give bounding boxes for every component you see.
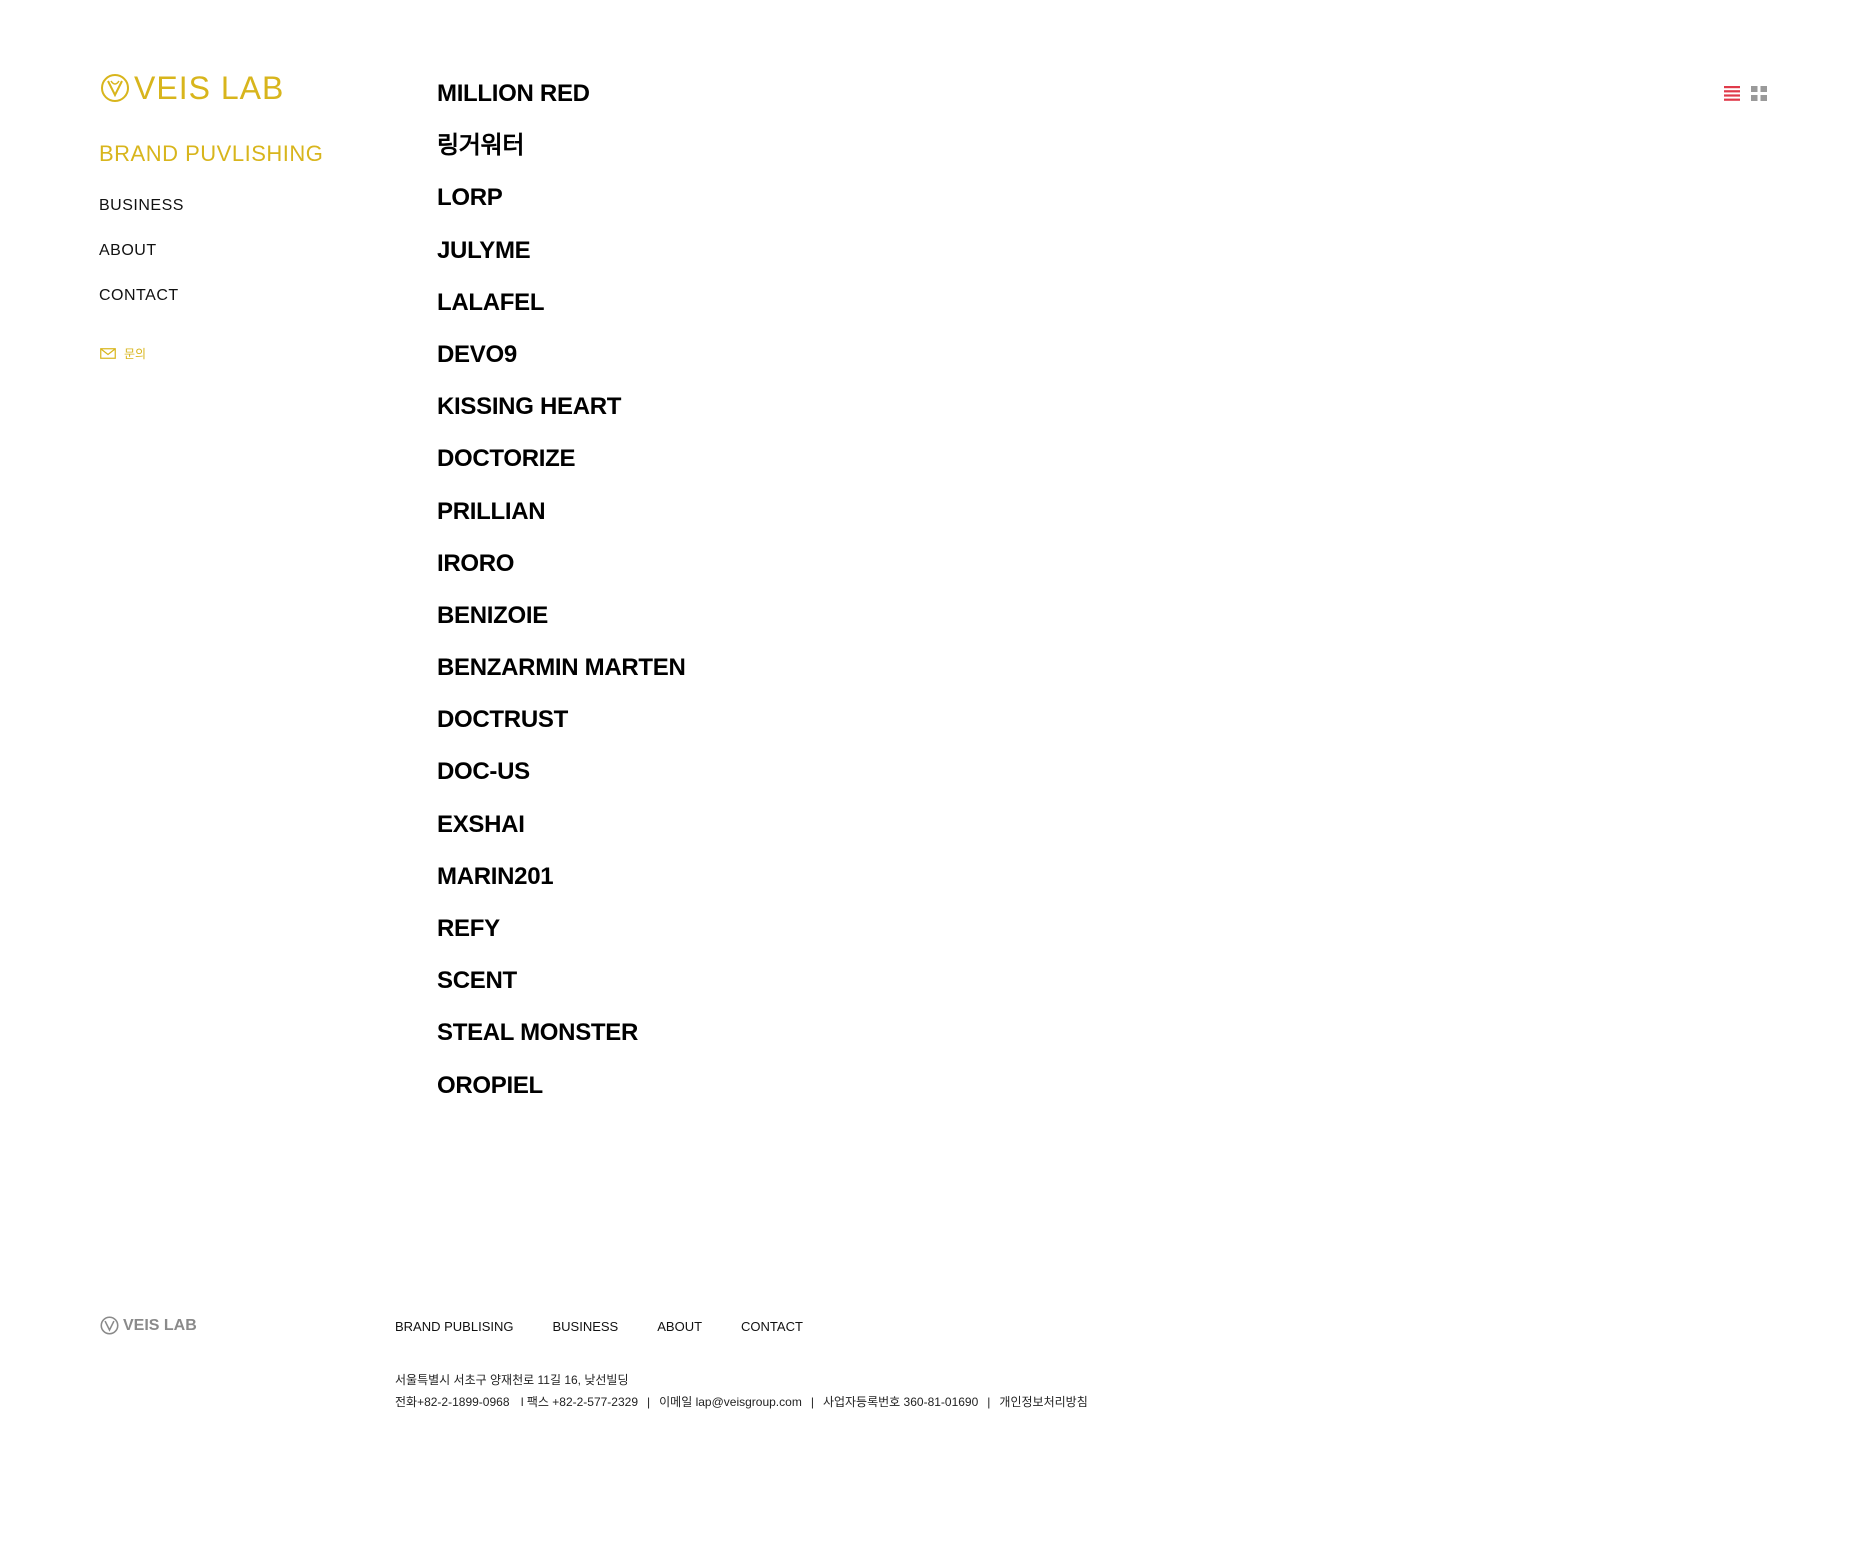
footer-business-number: 사업자등록번호 360-81-01690 bbox=[822, 1395, 979, 1409]
brand-item[interactable]: MILLION RED bbox=[437, 80, 686, 133]
footer-nav-brand-publising[interactable]: BRAND PUBLISING bbox=[395, 1320, 513, 1334]
sidebar-item-about[interactable]: ABOUT bbox=[99, 242, 184, 287]
brand-item[interactable]: SCENT bbox=[437, 968, 686, 1020]
footer-logo-text: VEIS LAB bbox=[123, 1316, 197, 1334]
footer-nav-contact[interactable]: CONTACT bbox=[741, 1320, 803, 1334]
footer-nav-business[interactable]: BUSINESS bbox=[552, 1320, 618, 1334]
brand-list: MILLION RED 링거워터 LORP JULYME LALAFEL DEV… bbox=[437, 80, 686, 1125]
footer-fax: l 팩스 +82-2-577-2329 bbox=[520, 1395, 638, 1409]
brand-item[interactable]: DOCTORIZE bbox=[437, 446, 686, 498]
footer-logo[interactable]: VEIS LAB bbox=[100, 1316, 197, 1335]
sidebar-item-business[interactable]: BUSINESS bbox=[99, 197, 184, 242]
brand-item[interactable]: KISSING HEART bbox=[437, 394, 686, 446]
brand-item[interactable]: MARIN201 bbox=[437, 863, 686, 916]
brand-item[interactable]: OROPIEL bbox=[437, 1072, 686, 1125]
brand-item[interactable]: EXSHAI bbox=[437, 811, 686, 864]
brand-item[interactable]: PRILLIAN bbox=[437, 498, 686, 551]
brand-item[interactable]: BENIZOIE bbox=[437, 602, 686, 655]
footer-phone: 전화+82-2-1899-0968 bbox=[395, 1395, 510, 1409]
divider: | bbox=[647, 1395, 651, 1409]
inquiry-label: 문의 bbox=[124, 347, 147, 361]
footer-contact-info: 전화+82-2-1899-0968 l 팩스 +82-2-577-2329 | 이메… bbox=[395, 1395, 1088, 1409]
divider: | bbox=[810, 1395, 814, 1409]
footer-nav: BRAND PUBLISING BUSINESS ABOUT CONTACT bbox=[395, 1320, 842, 1334]
brand-item[interactable]: BENZARMIN MARTEN bbox=[437, 655, 686, 707]
sidebar-nav: BUSINESS ABOUT CONTACT bbox=[99, 197, 184, 332]
brand-item[interactable]: DOCTRUST bbox=[437, 707, 686, 759]
inquiry-link[interactable]: 문의 bbox=[100, 345, 146, 362]
divider: | bbox=[987, 1395, 991, 1409]
brand-item[interactable]: 링거워터 bbox=[437, 133, 686, 185]
list-view-icon[interactable] bbox=[1724, 86, 1740, 101]
brand-item[interactable]: DOC-US bbox=[437, 759, 686, 811]
mail-icon bbox=[100, 348, 116, 359]
logo-mark-icon bbox=[101, 74, 129, 102]
brand-item[interactable]: JULYME bbox=[437, 237, 686, 290]
brand-item[interactable]: REFY bbox=[437, 915, 686, 968]
brand-item[interactable]: LALAFEL bbox=[437, 289, 686, 342]
grid-view-icon[interactable] bbox=[1751, 86, 1767, 101]
footer-email[interactable]: 이메일 lap@veisgroup.com bbox=[659, 1395, 802, 1409]
footer-logo-mark-icon bbox=[100, 1316, 119, 1335]
brand-item[interactable]: DEVO9 bbox=[437, 341, 686, 394]
brand-item[interactable]: IRORO bbox=[437, 550, 686, 603]
site-logo[interactable]: VEIS LAB bbox=[100, 72, 284, 104]
sidebar-item-contact[interactable]: CONTACT bbox=[99, 287, 184, 332]
brand-item[interactable]: LORP bbox=[437, 185, 686, 237]
brand-item[interactable]: STEAL MONSTER bbox=[437, 1020, 686, 1072]
footer-privacy-link[interactable]: 개인정보처리방침 bbox=[999, 1395, 1087, 1409]
footer-address: 서울특별시 서초구 양재천로 11길 16, 낮선빌딩 bbox=[395, 1373, 629, 1387]
section-heading[interactable]: BRAND PUVLISHING bbox=[99, 143, 323, 165]
footer-nav-about[interactable]: ABOUT bbox=[657, 1320, 702, 1334]
logo-text: VEIS LAB bbox=[134, 70, 285, 106]
